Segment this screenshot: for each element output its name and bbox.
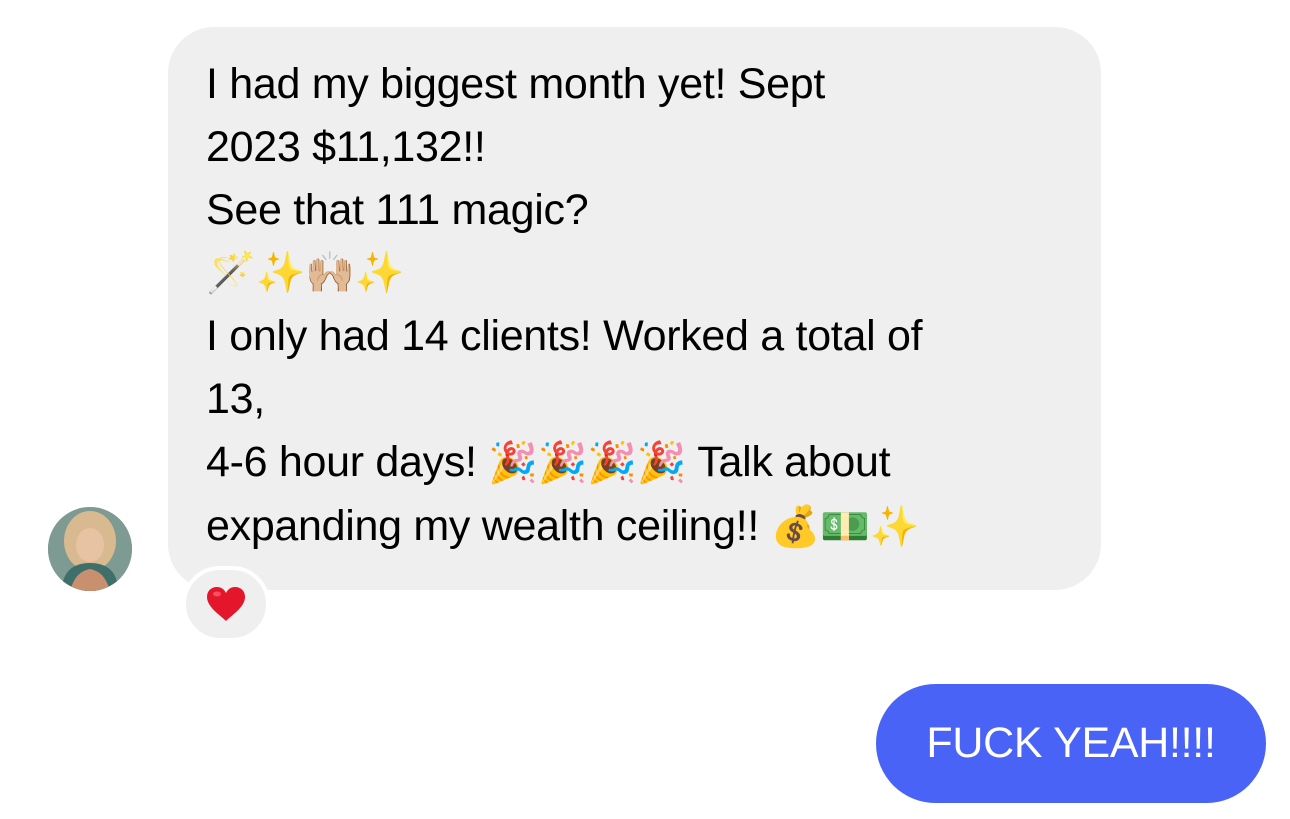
message-line-8: expanding my wealth ceiling!! [206, 502, 760, 550]
message-line-2: 2023 $11,132!! [206, 123, 486, 171]
message-line-7-container: 4-6 hour days! 🎉🎉🎉🎉 Talk about [206, 431, 1061, 495]
magic-emoji-row: 🪄✨🙌🏼✨ [206, 250, 405, 296]
outgoing-message-bubble[interactable]: FUCK YEAH!!!! [876, 684, 1266, 803]
money-emojis: 💰💵✨ [770, 504, 920, 550]
message-line-7b: Talk about [697, 438, 891, 486]
heart-reaction[interactable] [182, 566, 270, 642]
message-line-6: 13, [206, 375, 265, 423]
heart-icon [207, 587, 245, 621]
message-line-1: I had my biggest month yet! Sept [206, 60, 826, 108]
incoming-message-bubble[interactable]: I had my biggest month yet! Sept 2023 $1… [168, 27, 1101, 590]
avatar-photo [48, 507, 132, 591]
message-line-5: I only had 14 clients! Worked a total of [206, 312, 923, 360]
message-line-8-container: expanding my wealth ceiling!! 💰💵✨ [206, 495, 1061, 559]
party-popper-emojis: 🎉🎉🎉🎉 [488, 440, 687, 486]
outgoing-message-text: FUCK YEAH!!!! [926, 719, 1216, 767]
message-line-7: 4-6 hour days! [206, 438, 477, 486]
sender-avatar[interactable] [48, 507, 132, 591]
message-line-3: See that 111 magic? [206, 186, 589, 234]
